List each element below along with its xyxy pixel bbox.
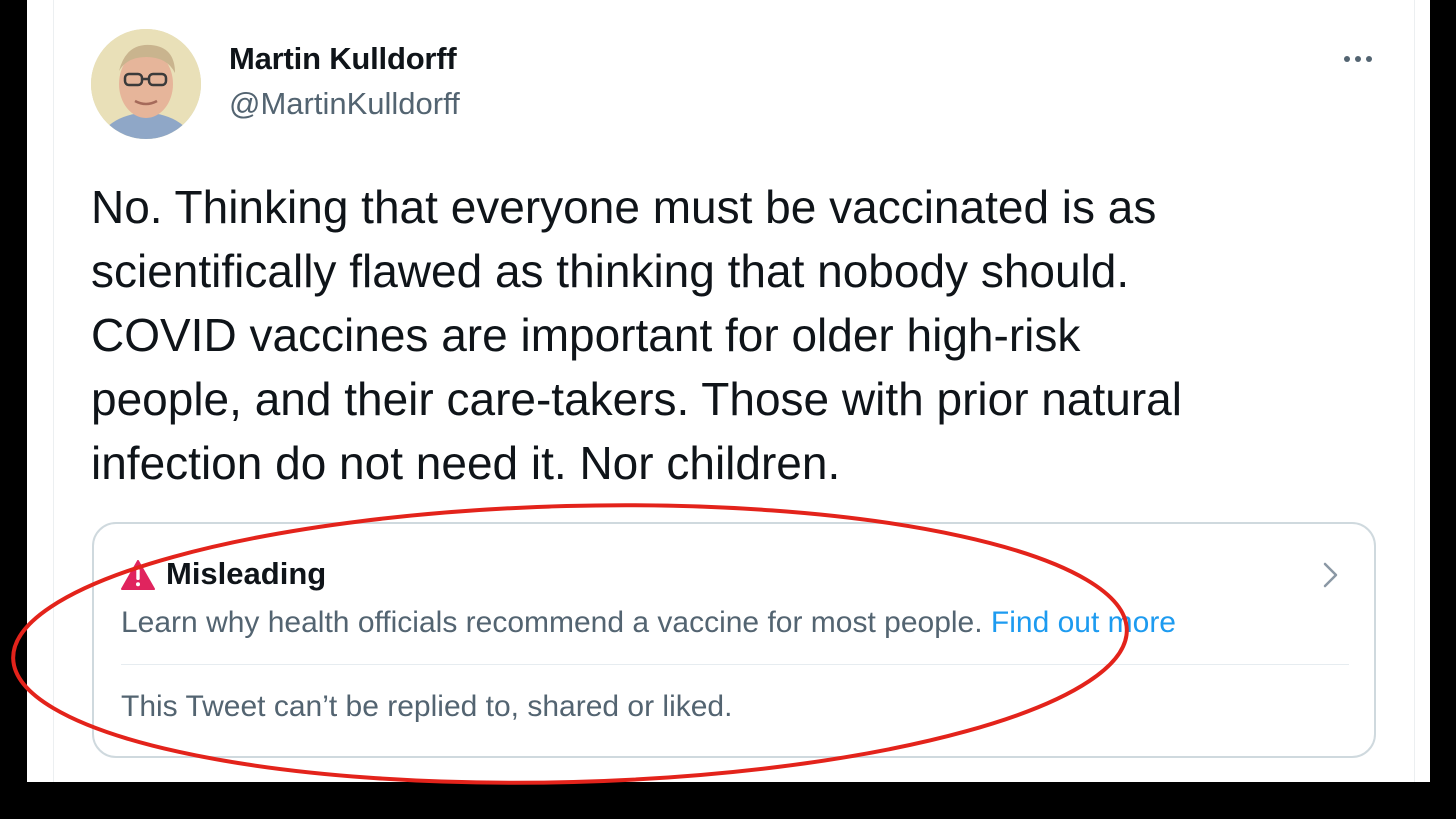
notice-message-line: Learn why health officials recommend a v… <box>121 606 1176 640</box>
warning-triangle-icon <box>121 560 155 590</box>
find-out-more-link[interactable]: Find out more <box>991 606 1176 639</box>
more-horizontal-icon <box>1344 56 1350 62</box>
avatar[interactable] <box>91 29 201 139</box>
profile-photo-icon <box>91 29 201 139</box>
more-options-button[interactable] <box>1336 44 1380 74</box>
more-horizontal-icon <box>1355 56 1361 62</box>
author-handle[interactable]: @MartinKulldorff <box>229 86 460 122</box>
restriction-text: This Tweet can’t be replied to, shared o… <box>121 690 733 723</box>
author-name[interactable]: Martin Kulldorff <box>229 41 457 77</box>
divider <box>121 664 1349 665</box>
tweet-text: No. Thinking that everyone must be vacci… <box>91 181 1182 489</box>
more-horizontal-icon <box>1366 56 1372 62</box>
chevron-right-icon[interactable] <box>1318 560 1342 590</box>
notice-label: Misleading <box>166 556 327 591</box>
notice-message: Learn why health officials recommend a v… <box>121 606 983 639</box>
